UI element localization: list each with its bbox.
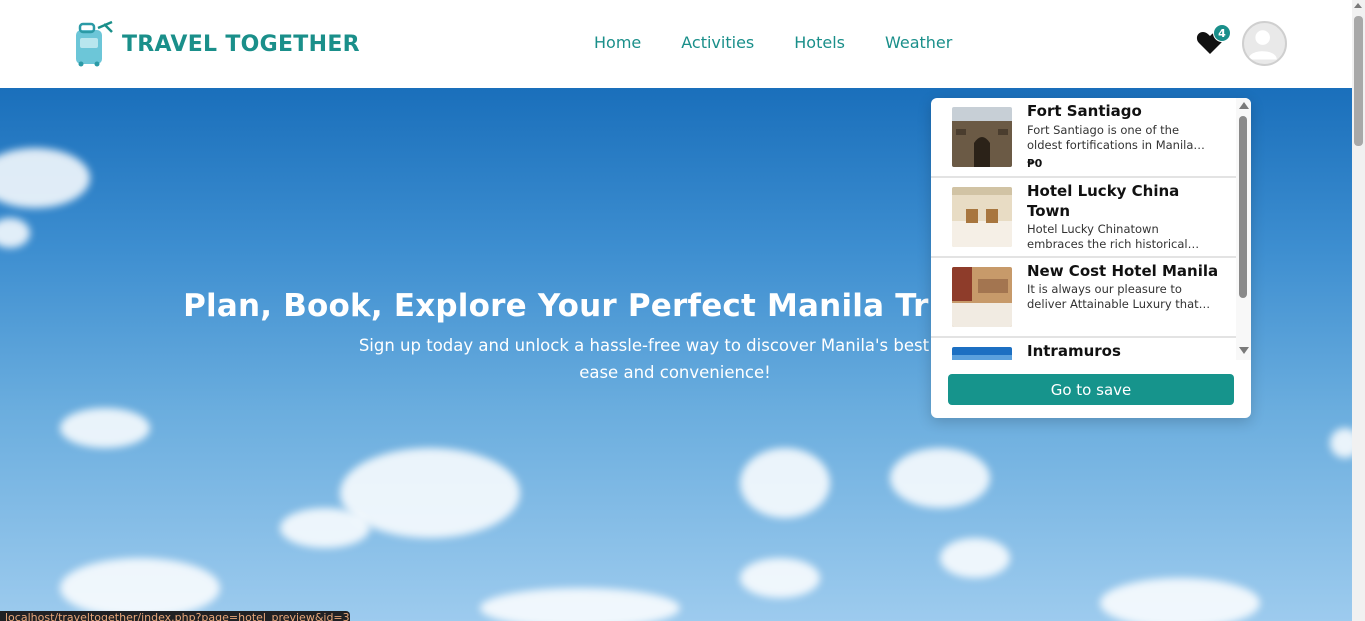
go-to-save-button[interactable]: Go to save	[948, 374, 1234, 405]
scroll-down-arrow-icon[interactable]	[1239, 347, 1249, 354]
page-scroll-thumb[interactable]	[1354, 16, 1363, 146]
item-title: Fort Santiago	[1027, 102, 1142, 120]
item-description: It is always our pleasure to deliver Att…	[1027, 282, 1211, 311]
item-title: New Cost Hotel Manila	[1027, 262, 1219, 280]
item-price: ₱0	[1027, 157, 1043, 170]
cloud	[0, 148, 90, 208]
nav-activities[interactable]: Activities	[681, 33, 754, 52]
main-nav: Home Activities Hotels Weather	[594, 33, 952, 52]
saved-item-new-cost-hotel[interactable]: New Cost Hotel Manila It is always our p…	[931, 258, 1236, 338]
user-icon	[1248, 30, 1277, 60]
item-title: Hotel Lucky China Town	[1027, 182, 1180, 220]
fort-santiago-thumbnail	[952, 107, 1012, 167]
cloud	[1100, 578, 1260, 621]
user-avatar[interactable]	[1242, 21, 1287, 66]
top-navbar: TRAVEL TOGETHER Home Activities Hotels W…	[0, 0, 1352, 88]
cloud	[60, 408, 150, 448]
brand-logo[interactable]: TRAVEL TOGETHER	[68, 20, 360, 68]
cloud	[60, 558, 220, 618]
scroll-up-arrow-icon[interactable]	[1239, 102, 1249, 109]
cloud	[280, 508, 370, 548]
intramuros-thumbnail	[952, 347, 1012, 360]
item-title: Intramuros	[1027, 342, 1121, 360]
hotel-lucky-thumbnail	[952, 187, 1012, 247]
scroll-thumb[interactable]	[1239, 116, 1247, 298]
nav-weather[interactable]: Weather	[885, 33, 952, 52]
hero-subtitle: Sign up today and unlock a hassle-free w…	[358, 336, 992, 382]
cloud	[1330, 428, 1352, 458]
brand-name: TRAVEL TOGETHER	[122, 31, 360, 57]
nav-home[interactable]: Home	[594, 33, 641, 52]
cloud	[940, 538, 1010, 578]
cloud	[480, 588, 680, 621]
item-description: Hotel Lucky Chinatown embraces the rich …	[1027, 222, 1200, 251]
item-description: Fort Santiago is one of the oldest forti…	[1027, 123, 1205, 152]
new-cost-hotel-thumbnail	[952, 267, 1012, 327]
cloud	[890, 448, 990, 508]
luggage-logo-icon	[76, 20, 113, 67]
dropdown-scrollbar[interactable]	[1236, 98, 1251, 360]
saved-items-list: Fort Santiago Fort Santiago is one of th…	[931, 98, 1236, 360]
saved-count-badge: 4	[1213, 24, 1231, 42]
saved-item-intramuros[interactable]: Intramuros	[931, 338, 1236, 360]
saved-item-fort-santiago[interactable]: Fort Santiago Fort Santiago is one of th…	[931, 98, 1236, 178]
saved-items-dropdown: Fort Santiago Fort Santiago is one of th…	[931, 98, 1251, 418]
cloud	[0, 218, 30, 248]
page-scrollbar[interactable]	[1352, 0, 1365, 621]
link-status-bar: localhost/traveltogether/index.php?page=…	[0, 611, 350, 621]
page-scroll-up-arrow-icon[interactable]	[1354, 3, 1362, 8]
saved-item-hotel-lucky-china-town[interactable]: Hotel Lucky China Town Hotel Lucky China…	[931, 178, 1236, 258]
cloud	[740, 448, 830, 518]
cloud	[740, 558, 820, 598]
nav-hotels[interactable]: Hotels	[794, 33, 845, 52]
